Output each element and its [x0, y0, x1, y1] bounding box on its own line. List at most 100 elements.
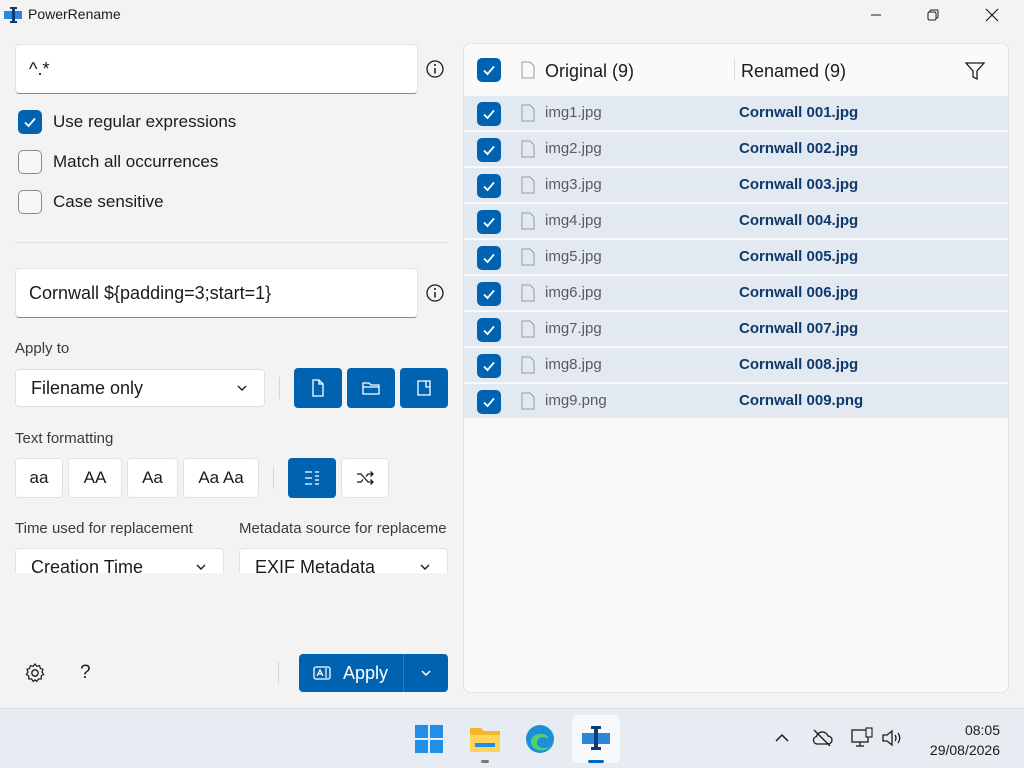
edge-browser-icon: [526, 725, 554, 753]
table-row[interactable]: img3.jpg Cornwall 003.jpg: [464, 168, 1008, 203]
file-icon: [521, 356, 535, 374]
renamed-column-header[interactable]: Renamed (9): [741, 61, 846, 82]
row-checkbox[interactable]: [477, 210, 501, 234]
search-input[interactable]: ^.*: [15, 44, 418, 94]
table-row[interactable]: img2.jpg Cornwall 002.jpg: [464, 132, 1008, 167]
table-row[interactable]: img6.jpg Cornwall 006.jpg: [464, 276, 1008, 311]
clock-date: 29/08/2026: [929, 742, 1000, 758]
powerrename-taskbar-button[interactable]: [572, 715, 620, 763]
checkmark-icon: [483, 253, 495, 264]
include-folders-button[interactable]: [347, 368, 395, 408]
taskbar-clock[interactable]: 08:05 29/08/2026: [930, 720, 1000, 760]
titlecase-button[interactable]: Aa: [127, 458, 178, 498]
table-row[interactable]: img9.png Cornwall 009.png: [464, 384, 1008, 419]
chevron-down-icon: [421, 670, 431, 677]
start-button[interactable]: [411, 721, 447, 757]
table-row[interactable]: img1.jpg Cornwall 001.jpg: [464, 96, 1008, 131]
network-icon[interactable]: [850, 727, 874, 749]
file-icon: [521, 212, 535, 230]
enumerate-items-button[interactable]: [288, 458, 336, 498]
renamed-filename: Cornwall 004.jpg: [739, 212, 859, 229]
time-dropdown-clip: Creation Time: [15, 548, 224, 573]
original-column-header[interactable]: Original (9): [545, 61, 634, 82]
lowercase-button[interactable]: aa: [15, 458, 63, 498]
file-explorer-taskbar-button[interactable]: [467, 721, 503, 757]
folder-icon: [362, 382, 380, 395]
edge-taskbar-button[interactable]: [522, 721, 558, 757]
original-filename: img8.jpg: [545, 356, 602, 373]
chevron-down-icon: [196, 564, 206, 570]
metadata-selected: EXIF Metadata: [255, 556, 376, 574]
apply-options-button[interactable]: [404, 654, 448, 692]
table-row[interactable]: img5.jpg Cornwall 005.jpg: [464, 240, 1008, 275]
capitalize-button[interactable]: Aa Aa: [183, 458, 259, 498]
row-checkbox[interactable]: [477, 282, 501, 306]
chevron-up-icon[interactable]: [774, 731, 790, 745]
title-bar: PowerRename: [0, 0, 1024, 30]
powerrename-app-icon: [4, 7, 22, 23]
checkmark-icon: [483, 325, 495, 336]
separator: [278, 662, 279, 684]
column-separator: [734, 59, 735, 81]
file-icon: [521, 320, 535, 338]
metadata-dropdown[interactable]: EXIF Metadata: [239, 548, 448, 573]
renamed-filename: Cornwall 007.jpg: [739, 320, 859, 337]
checkmark-icon: [483, 65, 495, 76]
subfolder-icon: [417, 380, 431, 396]
apply-to-selected: Filename only: [31, 377, 144, 398]
row-checkbox[interactable]: [477, 174, 501, 198]
cloud-offline-icon[interactable]: [811, 728, 833, 748]
settings-gear-icon[interactable]: [24, 662, 46, 684]
powerrename-app-icon: [582, 726, 610, 750]
file-icon: [521, 104, 535, 122]
time-dropdown[interactable]: Creation Time: [15, 548, 224, 573]
apply-to-dropdown[interactable]: Filename only: [15, 369, 265, 407]
table-row[interactable]: img7.jpg Cornwall 007.jpg: [464, 312, 1008, 347]
use-regex-label: Use regular expressions: [53, 112, 237, 131]
include-subfolders-button[interactable]: [400, 368, 448, 408]
help-button[interactable]: ?: [80, 662, 91, 684]
rename-apply-icon: [313, 666, 331, 680]
restore-button[interactable]: [904, 0, 962, 30]
lowercase-label: aa: [29, 468, 49, 487]
renamed-filename: Cornwall 003.jpg: [739, 176, 859, 193]
file-explorer-icon: [470, 728, 500, 752]
replace-info-icon[interactable]: [425, 283, 445, 303]
row-checkbox[interactable]: [477, 138, 501, 162]
checkmark-icon: [483, 109, 495, 120]
randomize-button[interactable]: [341, 458, 389, 498]
apply-button[interactable]: Apply: [299, 654, 403, 692]
use-regex-checkbox[interactable]: Use regular expressions: [18, 110, 236, 134]
renamed-filename: Cornwall 002.jpg: [739, 140, 859, 157]
row-checkbox[interactable]: [477, 246, 501, 270]
checkmark-icon: [483, 289, 495, 300]
close-icon: [985, 8, 999, 22]
apply-label: Apply: [343, 662, 389, 683]
renamed-filename: Cornwall 001.jpg: [739, 104, 859, 121]
row-checkbox[interactable]: [477, 390, 501, 414]
include-files-button[interactable]: [294, 368, 342, 408]
case-sensitive-checkbox[interactable]: Case sensitive: [18, 190, 164, 214]
renamed-filename: Cornwall 009.png: [739, 392, 864, 409]
checkmark-icon: [483, 397, 495, 408]
row-checkbox[interactable]: [477, 354, 501, 378]
search-info-icon[interactable]: [425, 59, 445, 79]
minimize-button[interactable]: [847, 0, 905, 30]
close-button[interactable]: [963, 0, 1021, 30]
select-all-checkbox[interactable]: [477, 58, 501, 82]
file-icon: [521, 248, 535, 266]
row-checkbox[interactable]: [477, 102, 501, 126]
volume-icon[interactable]: [881, 728, 905, 748]
row-checkbox[interactable]: [477, 318, 501, 342]
replace-input[interactable]: Cornwall ${padding=3;start=1}: [15, 268, 418, 318]
table-row[interactable]: img4.jpg Cornwall 004.jpg: [464, 204, 1008, 239]
table-row[interactable]: img8.jpg Cornwall 008.jpg: [464, 348, 1008, 383]
original-filename: img7.jpg: [545, 320, 602, 337]
clock-time: 08:05: [964, 722, 1000, 738]
replace-input-value: Cornwall ${padding=3;start=1}: [29, 282, 272, 303]
uppercase-button[interactable]: AA: [68, 458, 122, 498]
file-icon: [521, 284, 535, 302]
match-all-checkbox[interactable]: Match all occurrences: [18, 150, 218, 174]
apply-to-label: Apply to: [15, 340, 70, 357]
filter-icon[interactable]: [964, 60, 986, 82]
